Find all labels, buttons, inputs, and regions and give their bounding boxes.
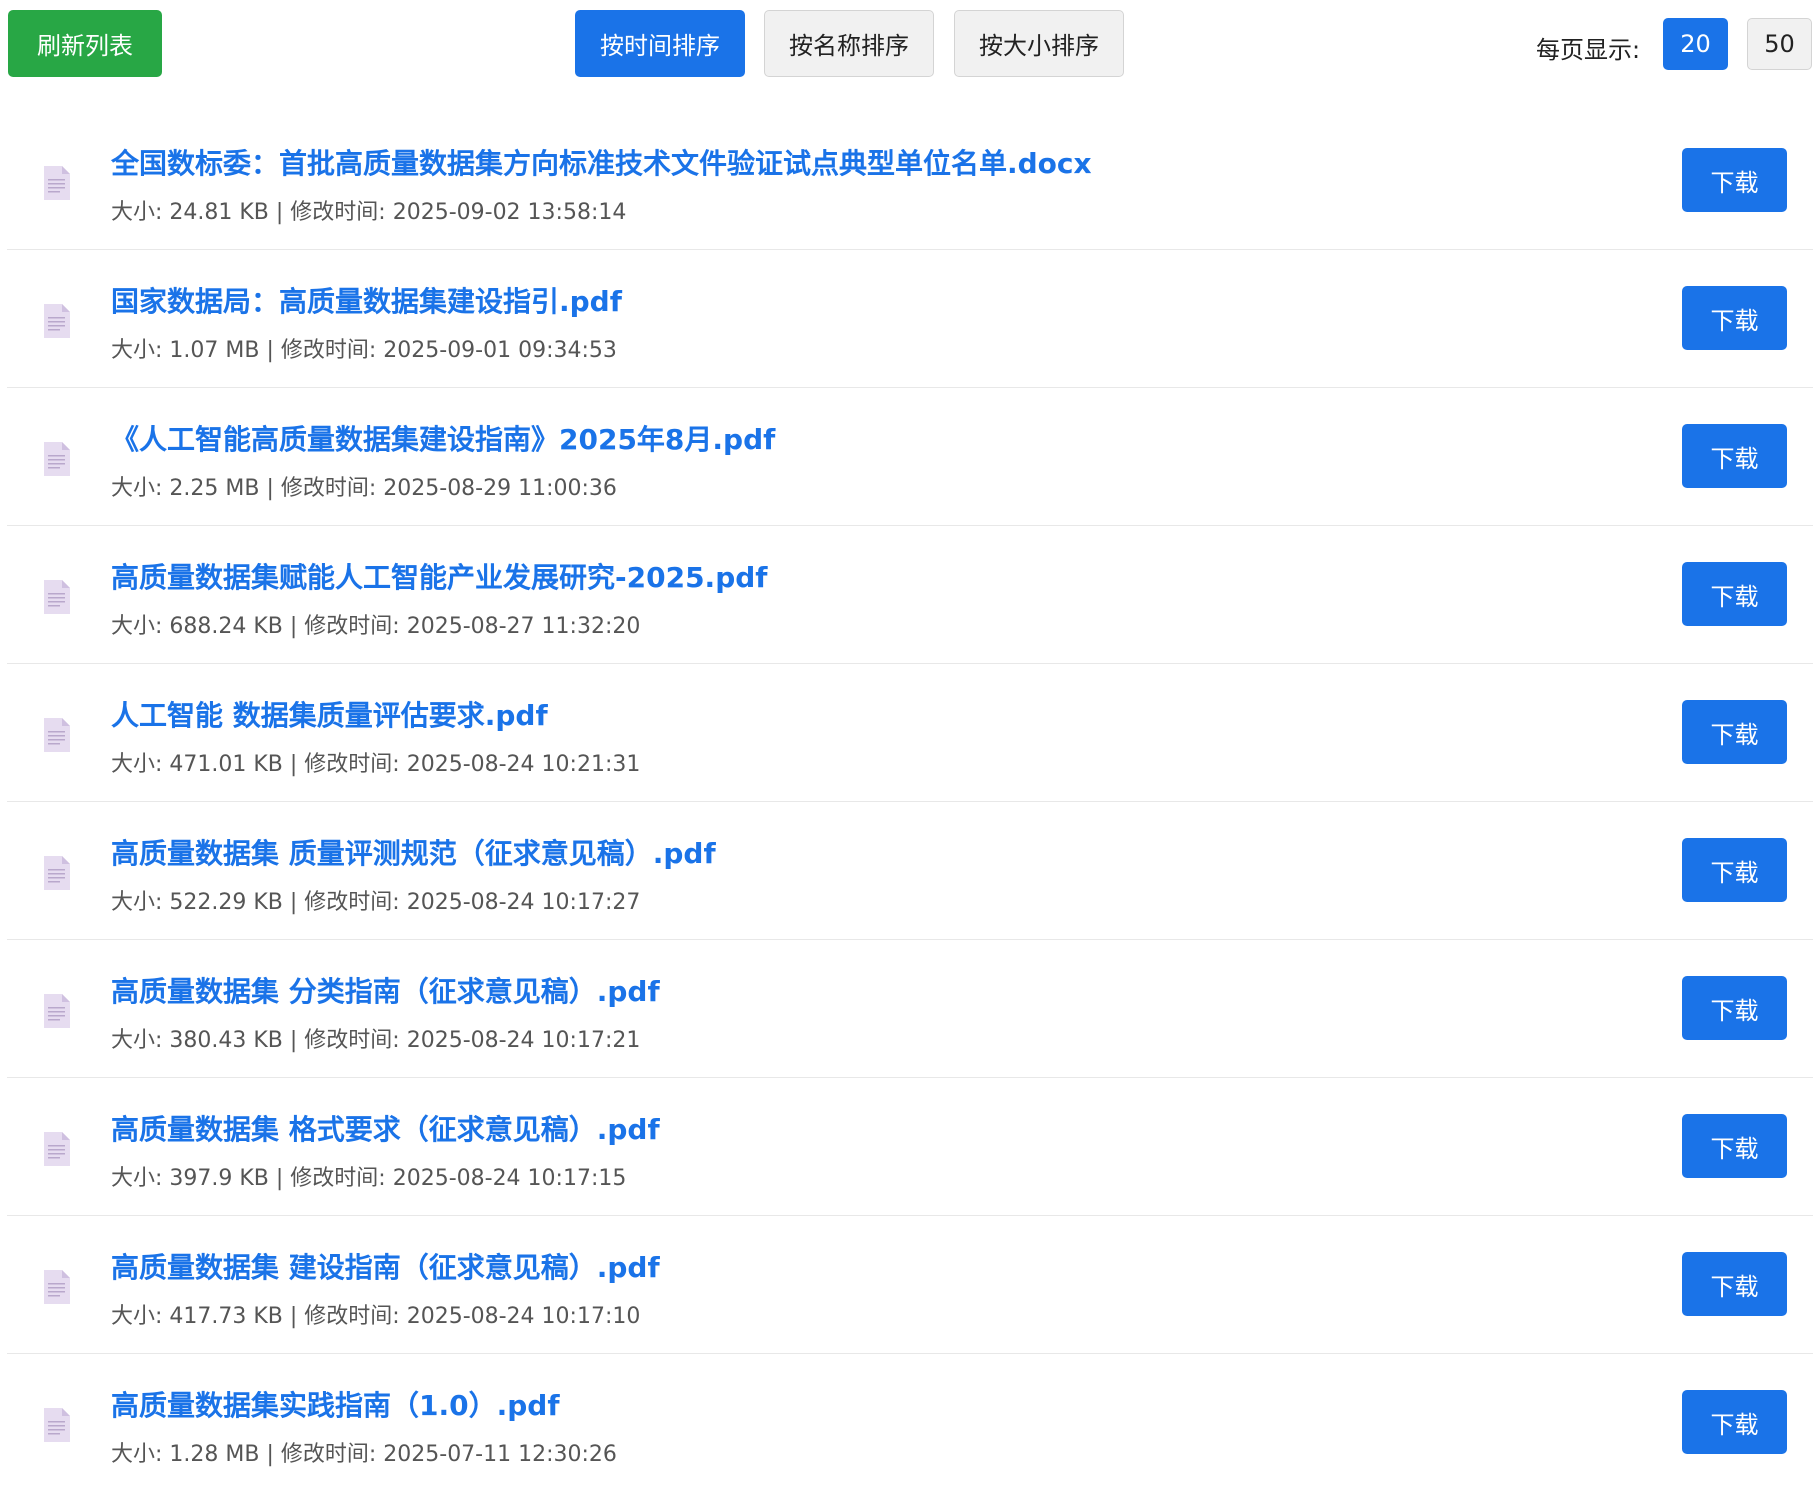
file-name-link[interactable]: 人工智能 数据集质量评估要求.pdf	[111, 694, 548, 734]
file-name-link[interactable]: 高质量数据集 建设指南（征求意见稿）.pdf	[111, 1246, 660, 1286]
file-meta: 大小: 397.9 KB | 修改时间: 2025-08-24 10:17:15	[111, 1166, 627, 1191]
file-row: 《人工智能高质量数据集建设指南》2025年8月.pdf 大小: 2.25 MB |…	[7, 388, 1813, 526]
file-meta: 大小: 2.25 MB | 修改时间: 2025-08-29 11:00:36	[111, 476, 617, 501]
file-name-link[interactable]: 高质量数据集实践指南（1.0）.pdf	[111, 1384, 560, 1424]
document-icon	[44, 718, 70, 752]
document-icon	[44, 166, 70, 200]
document-icon	[44, 442, 70, 476]
file-row: 国家数据局：高质量数据集建设指引.pdf 大小: 1.07 MB | 修改时间: …	[7, 250, 1813, 388]
file-row: 人工智能 数据集质量评估要求.pdf 大小: 471.01 KB | 修改时间: …	[7, 664, 1813, 802]
sort-by-name-button[interactable]: 按名称排序	[764, 10, 934, 77]
download-button[interactable]: 下载	[1682, 976, 1787, 1040]
file-name-link[interactable]: 国家数据局：高质量数据集建设指引.pdf	[111, 280, 622, 320]
download-button[interactable]: 下载	[1682, 838, 1787, 902]
document-icon	[44, 304, 70, 338]
file-row: 高质量数据集赋能人工智能产业发展研究-2025.pdf 大小: 688.24 KB…	[7, 526, 1813, 664]
download-button[interactable]: 下载	[1682, 148, 1787, 212]
document-icon	[44, 580, 70, 614]
file-meta: 大小: 471.01 KB | 修改时间: 2025-08-24 10:21:3…	[111, 752, 641, 777]
download-button[interactable]: 下载	[1682, 286, 1787, 350]
download-button[interactable]: 下载	[1682, 1252, 1787, 1316]
file-meta: 大小: 24.81 KB | 修改时间: 2025-09-02 13:58:14	[111, 200, 627, 225]
document-icon	[44, 856, 70, 890]
per-page-50-button[interactable]: 50	[1747, 18, 1812, 70]
file-name-link[interactable]: 高质量数据集 分类指南（征求意见稿）.pdf	[111, 970, 660, 1010]
file-row: 高质量数据集 建设指南（征求意见稿）.pdf 大小: 417.73 KB | 修改…	[7, 1216, 1813, 1354]
download-button[interactable]: 下载	[1682, 424, 1787, 488]
file-row: 高质量数据集 格式要求（征求意见稿）.pdf 大小: 397.9 KB | 修改时…	[7, 1078, 1813, 1216]
download-button[interactable]: 下载	[1682, 700, 1787, 764]
sort-by-time-button[interactable]: 按时间排序	[575, 10, 745, 77]
file-name-link[interactable]: 高质量数据集赋能人工智能产业发展研究-2025.pdf	[111, 556, 767, 596]
toolbar: 刷新列表 按时间排序 按名称排序 按大小排序 每页显示: 20 50	[0, 0, 1816, 100]
file-row: 高质量数据集 质量评测规范（征求意见稿）.pdf 大小: 522.29 KB | …	[7, 802, 1813, 940]
per-page-20-button[interactable]: 20	[1663, 18, 1728, 70]
file-name-link[interactable]: 高质量数据集 格式要求（征求意见稿）.pdf	[111, 1108, 660, 1148]
document-icon	[44, 994, 70, 1028]
file-meta: 大小: 522.29 KB | 修改时间: 2025-08-24 10:17:2…	[111, 890, 641, 915]
file-meta: 大小: 417.73 KB | 修改时间: 2025-08-24 10:17:1…	[111, 1304, 641, 1329]
file-meta: 大小: 380.43 KB | 修改时间: 2025-08-24 10:17:2…	[111, 1028, 641, 1053]
file-name-link[interactable]: 《人工智能高质量数据集建设指南》2025年8月.pdf	[111, 418, 775, 458]
download-button[interactable]: 下载	[1682, 562, 1787, 626]
file-meta: 大小: 1.28 MB | 修改时间: 2025-07-11 12:30:26	[111, 1442, 617, 1467]
file-meta: 大小: 688.24 KB | 修改时间: 2025-08-27 11:32:2…	[111, 614, 641, 639]
download-button[interactable]: 下载	[1682, 1390, 1787, 1454]
file-name-link[interactable]: 高质量数据集 质量评测规范（征求意见稿）.pdf	[111, 832, 716, 872]
file-name-link[interactable]: 全国数标委：首批高质量数据集方向标准技术文件验证试点典型单位名单.docx	[111, 142, 1092, 182]
file-row: 高质量数据集 分类指南（征求意见稿）.pdf 大小: 380.43 KB | 修改…	[7, 940, 1813, 1078]
refresh-list-button[interactable]: 刷新列表	[8, 10, 162, 77]
file-list: 全国数标委：首批高质量数据集方向标准技术文件验证试点典型单位名单.docx 大小:…	[7, 112, 1813, 1491]
per-page-label: 每页显示:	[1536, 36, 1641, 64]
sort-by-size-button[interactable]: 按大小排序	[954, 10, 1124, 77]
document-icon	[44, 1270, 70, 1304]
file-row: 高质量数据集实践指南（1.0）.pdf 大小: 1.28 MB | 修改时间: 2…	[7, 1354, 1813, 1491]
document-icon	[44, 1132, 70, 1166]
document-icon	[44, 1408, 70, 1442]
file-meta: 大小: 1.07 MB | 修改时间: 2025-09-01 09:34:53	[111, 338, 617, 363]
file-row: 全国数标委：首批高质量数据集方向标准技术文件验证试点典型单位名单.docx 大小:…	[7, 112, 1813, 250]
download-button[interactable]: 下载	[1682, 1114, 1787, 1178]
